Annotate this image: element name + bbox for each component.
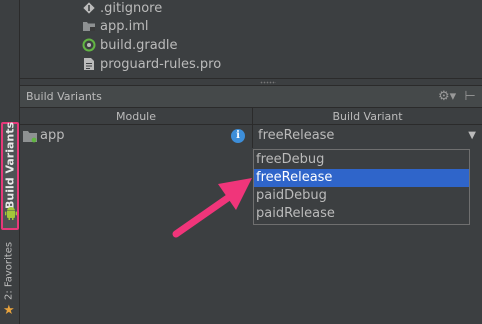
annotation-arrow [172,178,252,238]
